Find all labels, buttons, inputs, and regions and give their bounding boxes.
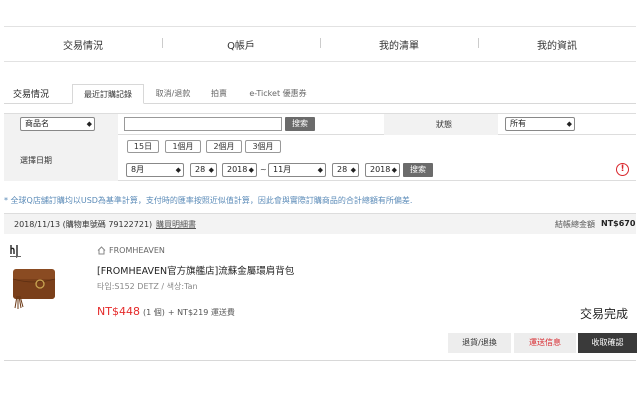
nav-my-list[interactable]: 我的清單 [320, 37, 478, 52]
chevron-updown-icon: ◆ [208, 166, 214, 174]
product-quantity: (1 個) [142, 308, 165, 317]
shipping-info-button[interactable]: 運送信息 [514, 333, 576, 353]
to-day-value: 28 [337, 165, 348, 174]
chevron-updown-icon: ◆ [391, 166, 397, 174]
order-status: 交易完成 [580, 307, 629, 321]
tab-cancel-refund[interactable]: 取消/退款 [144, 84, 202, 104]
to-month-select[interactable]: 11月 ◆ [268, 163, 326, 177]
home-icon [97, 246, 106, 255]
cart-number: (購物車號碼 79122721) [62, 220, 153, 229]
shop-name: FROMHEAVEN [109, 246, 165, 255]
chevron-updown-icon: ◆ [566, 120, 572, 128]
from-day-select[interactable]: 28 ◆ [190, 163, 217, 177]
state-select[interactable]: 所有 ◆ [505, 117, 575, 131]
state-label: 狀態 [436, 120, 452, 129]
total-label: 結帳總金額 [555, 220, 595, 229]
receipt-link[interactable]: 購買明細書 [156, 219, 196, 230]
search-type-value: 商品名 [25, 119, 49, 128]
nav-transaction-status[interactable]: 交易情況 [4, 37, 162, 52]
brand-logo [10, 245, 21, 258]
return-exchange-button[interactable]: 退貨/退換 [448, 333, 511, 353]
tab-recent-orders[interactable]: 最近訂購記錄 [72, 84, 144, 104]
alert-icon[interactable]: ! [616, 163, 629, 176]
date-search-button[interactable]: 搜索 [403, 163, 433, 177]
period-15days-button[interactable]: 15日 [127, 140, 159, 153]
state-value: 所有 [510, 119, 526, 128]
order-header: 2018/11/13 (購物車號碼 79122721) 購買明細書 結帳總金額 … [4, 213, 636, 234]
nav-q-account[interactable]: Q帳戶 [162, 37, 320, 52]
divider [4, 360, 636, 361]
total-value: NT$670 [601, 219, 636, 228]
product-option: 타입:S152 DETZ / 색상:Tan [97, 282, 198, 291]
from-day-value: 28 [195, 165, 206, 174]
period-2months-button[interactable]: 2個月 [206, 140, 242, 153]
exchange-rate-notice: * 全球Q店舖訂購均以USD為基準計算，支付時的匯率按照近似值計算，因此會與實際… [4, 196, 413, 205]
period-3months-button[interactable]: 3個月 [245, 140, 281, 153]
from-year-select[interactable]: 2018 ◆ [222, 163, 257, 177]
search-input[interactable] [124, 117, 282, 131]
chevron-updown-icon: ◆ [350, 166, 356, 174]
price-row: NT$448 (1 個) + NT$219 運送費 [97, 305, 235, 318]
from-year-value: 2018 [227, 165, 248, 174]
search-button[interactable]: 搜索 [285, 117, 315, 131]
from-month-value: 8月 [131, 165, 145, 174]
shipping-fee: + NT$219 運送費 [167, 308, 235, 317]
order-date: 2018/11/13 (購物車號碼 79122721) [14, 219, 152, 230]
section-title: 交易情況 [13, 90, 50, 100]
chevron-updown-icon: ◆ [317, 166, 323, 174]
chevron-updown-icon: ◆ [248, 166, 254, 174]
to-month-value: 11月 [273, 165, 292, 174]
date-label: 選擇日期 [20, 156, 52, 165]
confirm-receipt-button[interactable]: 收取確認 [578, 333, 637, 353]
tab-auction[interactable]: 拍賣 [202, 84, 236, 104]
period-1month-button[interactable]: 1個月 [165, 140, 201, 153]
to-day-select[interactable]: 28 ◆ [332, 163, 359, 177]
to-year-value: 2018 [370, 165, 391, 174]
chevron-updown-icon: ◆ [175, 166, 181, 174]
product-title[interactable]: [FROMHEAVEN官方旗艦店]流蘇金屬環肩背包 [97, 263, 294, 277]
top-navigation: 交易情況 Q帳戶 我的清單 我的資訊 [4, 26, 636, 62]
to-year-select[interactable]: 2018 ◆ [365, 163, 400, 177]
search-type-select[interactable]: 商品名 ◆ [20, 117, 95, 131]
chevron-updown-icon: ◆ [86, 120, 92, 128]
from-month-select[interactable]: 8月 ◆ [126, 163, 184, 177]
product-image[interactable] [8, 265, 58, 310]
product-price: NT$448 [97, 305, 140, 318]
tab-row: 交易情況 最近訂購記錄 取消/退款 拍賣 e-Ticket 優惠券 [4, 84, 636, 104]
date-range-separator: ~ [260, 165, 267, 174]
shop-row[interactable]: FROMHEAVEN [97, 246, 165, 255]
order-date-value: 2018/11/13 [14, 220, 61, 229]
tab-eticket-coupon[interactable]: e-Ticket 優惠券 [236, 84, 320, 104]
nav-my-info[interactable]: 我的資訊 [478, 37, 636, 52]
